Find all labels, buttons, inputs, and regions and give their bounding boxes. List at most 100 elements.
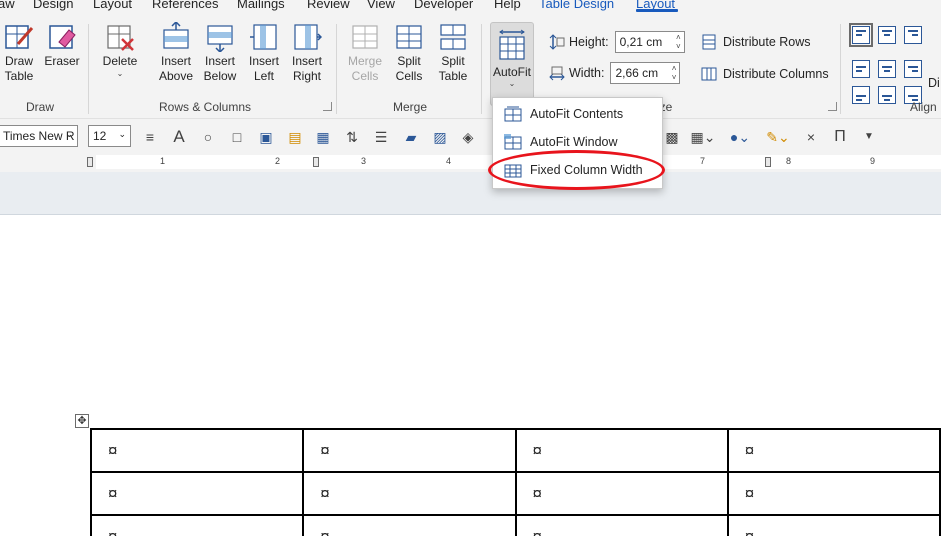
align-top-center-icon[interactable] (878, 26, 896, 44)
highlight-circle-icon[interactable]: ○ (199, 128, 217, 146)
ruler-column-marker[interactable] (313, 157, 319, 167)
align-bottom-center-icon[interactable] (878, 86, 896, 104)
draw-table-label-1: Draw (4, 54, 33, 68)
split-cells-button[interactable]: Split Cells (389, 22, 429, 84)
distribute-rows-button[interactable]: Distribute Rows (701, 34, 811, 50)
insert-left-button[interactable]: Insert Left (244, 22, 284, 84)
align-top-left-icon[interactable] (849, 23, 873, 47)
text-direction-label[interactable]: Di (928, 76, 940, 90)
comment-icon[interactable]: ▤ (286, 128, 304, 146)
horizontal-ruler: 1 2 3 4 5 6 7 8 9 (0, 152, 941, 172)
table-cell[interactable]: ¤ (514, 471, 729, 516)
tab-layout-page[interactable]: Layout (93, 0, 132, 11)
autofit-icon (499, 29, 525, 60)
split-table-icon (440, 24, 466, 50)
tab-help[interactable]: Help (494, 0, 521, 11)
insert-right-label-2: Right (292, 69, 321, 83)
ruler-number: 9 (870, 156, 876, 166)
width-value: 2,66 cm (615, 66, 659, 80)
split-table-button[interactable]: Split Table (433, 22, 473, 84)
split-cells-label-1: Split (397, 54, 421, 68)
column-width-icon (549, 66, 565, 81)
cell-select-icon[interactable]: ▩ (663, 128, 681, 146)
document-table[interactable]: ¤ ¤ ¤ ¤ ¤ ¤ ¤ ¤ ¤ ¤ ¤ ¤ (89, 428, 941, 536)
table-cell[interactable]: ¤ (726, 514, 941, 536)
font-size-dropdown[interactable]: 12 ⌄ (88, 125, 131, 147)
merge-cells-button[interactable]: Merge Cells (345, 22, 385, 84)
table-select-icon[interactable]: ▦ (314, 128, 332, 146)
table-cell[interactable]: ¤ (514, 428, 729, 473)
eraser-button[interactable]: Eraser (44, 22, 80, 69)
insert-below-icon (207, 25, 233, 52)
ruler-column-marker[interactable] (87, 157, 93, 167)
table-cell[interactable]: ¤ (89, 428, 305, 473)
tab-review[interactable]: Review (307, 0, 350, 11)
document-margin-band (0, 172, 941, 215)
close-icon[interactable]: × (802, 128, 820, 146)
table-cell[interactable]: ¤ (302, 471, 517, 516)
table-cell[interactable]: ¤ (514, 514, 729, 536)
table-grid-icon[interactable]: ▦⌄ (688, 128, 718, 146)
font-name-dropdown[interactable]: Times New R ⌄ (0, 125, 78, 147)
tab-draw[interactable]: aw (0, 0, 15, 11)
rows-columns-dialog-launcher-icon[interactable] (323, 102, 332, 111)
delete-label: Delete (102, 54, 138, 68)
bullet-list-icon[interactable]: ☰ (372, 128, 390, 146)
tab-developer[interactable]: Developer (414, 0, 473, 11)
autofit-label: AutoFit (492, 65, 531, 79)
group-label-alignment: Align (910, 100, 937, 114)
font-size-value: 12 (93, 129, 107, 143)
align-center-left-icon[interactable] (852, 60, 870, 78)
text-box-icon[interactable]: ▣ (257, 128, 275, 146)
tab-table-design[interactable]: Table Design (539, 0, 614, 11)
width-field[interactable]: 2,66 cm ˄ ˅ (610, 62, 681, 84)
ribbon: Draw Table Eraser Draw Delete ⌄ Insert A… (0, 12, 941, 118)
toolbar-options-icon[interactable]: ▼ (860, 128, 878, 146)
copy-format-icon[interactable]: □ (228, 128, 246, 146)
draw-table-button[interactable]: Draw Table (2, 22, 36, 84)
font-a-icon[interactable]: A (170, 128, 188, 146)
align-center-icon[interactable] (878, 60, 896, 78)
table-move-handle-icon[interactable]: ✥ (75, 414, 89, 428)
align-center-right-icon[interactable] (904, 60, 922, 78)
height-field[interactable]: 0,21 cm ˄ ˅ (614, 31, 685, 53)
shading-icon[interactable]: ●⌄ (726, 128, 754, 146)
tab-design[interactable]: Design (33, 0, 73, 11)
spin-arrows-icon[interactable]: ˄ ˅ (672, 64, 677, 82)
table-cell[interactable]: ¤ (89, 514, 305, 536)
more-format-icon[interactable]: ◈ (459, 128, 477, 146)
table-cell[interactable]: ¤ (302, 514, 517, 536)
paragraph-spacing-icon[interactable]: ≡ (141, 128, 159, 146)
pi-formula-icon[interactable]: Π (831, 128, 849, 146)
insert-above-icon (163, 22, 189, 49)
insert-link-icon[interactable]: ▰ (402, 128, 420, 146)
table-row: ¤ ¤ ¤ ¤ (89, 428, 941, 473)
insert-below-button[interactable]: Insert Below (200, 22, 240, 84)
table-cell[interactable]: ¤ (89, 471, 305, 516)
bookmark-icon[interactable]: ▨ (431, 128, 449, 146)
align-bottom-left-icon[interactable] (852, 86, 870, 104)
insert-above-button[interactable]: Insert Above (156, 22, 196, 84)
pen-color-icon[interactable]: ✎⌄ (762, 128, 794, 146)
ruler-number: 7 (700, 156, 706, 166)
tab-mailings[interactable]: Mailings (237, 0, 285, 11)
menu-item-autofit-contents[interactable]: AutoFit Contents (493, 100, 664, 128)
ribbon-tab-bar: aw Design Layout References Mailings Rev… (0, 0, 941, 12)
spin-arrows-icon[interactable]: ˄ ˅ (676, 33, 681, 51)
ruler-column-marker[interactable] (765, 157, 771, 167)
distribute-columns-button[interactable]: Distribute Columns (701, 66, 829, 82)
tab-view[interactable]: View (367, 0, 395, 11)
delete-button[interactable]: Delete ⌄ (100, 22, 140, 78)
autofit-button[interactable]: AutoFit ⌄ (490, 22, 534, 106)
table-cell[interactable]: ¤ (302, 428, 517, 473)
chevron-down-icon: ⌄ (116, 69, 124, 78)
sort-icon[interactable]: ⇅ (343, 128, 361, 146)
cell-size-dialog-launcher-icon[interactable] (828, 102, 837, 111)
group-label-merge: Merge (392, 100, 427, 114)
tab-references[interactable]: References (152, 0, 218, 11)
table-cell[interactable]: ¤ (726, 428, 941, 473)
table-cell[interactable]: ¤ (726, 471, 941, 516)
insert-right-button[interactable]: Insert Right (287, 22, 327, 84)
table-row: ¤ ¤ ¤ ¤ (89, 471, 941, 516)
align-top-right-icon[interactable] (904, 26, 922, 44)
